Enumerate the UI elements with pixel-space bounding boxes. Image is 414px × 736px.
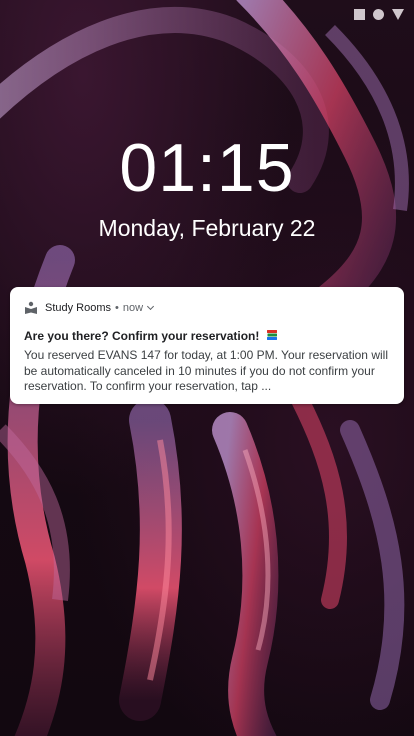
- square-icon: [354, 8, 365, 20]
- notification-title-row: Are you there? Confirm your reservation!: [24, 329, 390, 345]
- notification-card[interactable]: Study Rooms • now Are you there? Confirm…: [10, 287, 404, 404]
- notification-time: now: [122, 302, 144, 314]
- triangle-icon: [392, 8, 404, 20]
- books-icon: [266, 329, 278, 345]
- lockscreen-clock: 01:15: [119, 130, 295, 206]
- lockscreen-date: Monday, February 22: [98, 215, 316, 241]
- notification-app-name: Study Rooms: [45, 302, 112, 314]
- notification-header: Study Rooms • now: [24, 298, 390, 318]
- book-reader-icon: [24, 301, 38, 315]
- circle-icon: [373, 8, 384, 20]
- system-nav-indicators: [354, 6, 404, 22]
- notification-title: Are you there? Confirm your reservation!: [24, 329, 260, 343]
- chevron-down-icon[interactable]: [147, 302, 155, 310]
- notification-separator: •: [115, 302, 119, 314]
- notification-body: You reserved EVANS 147 for today, at 1:0…: [24, 348, 388, 393]
